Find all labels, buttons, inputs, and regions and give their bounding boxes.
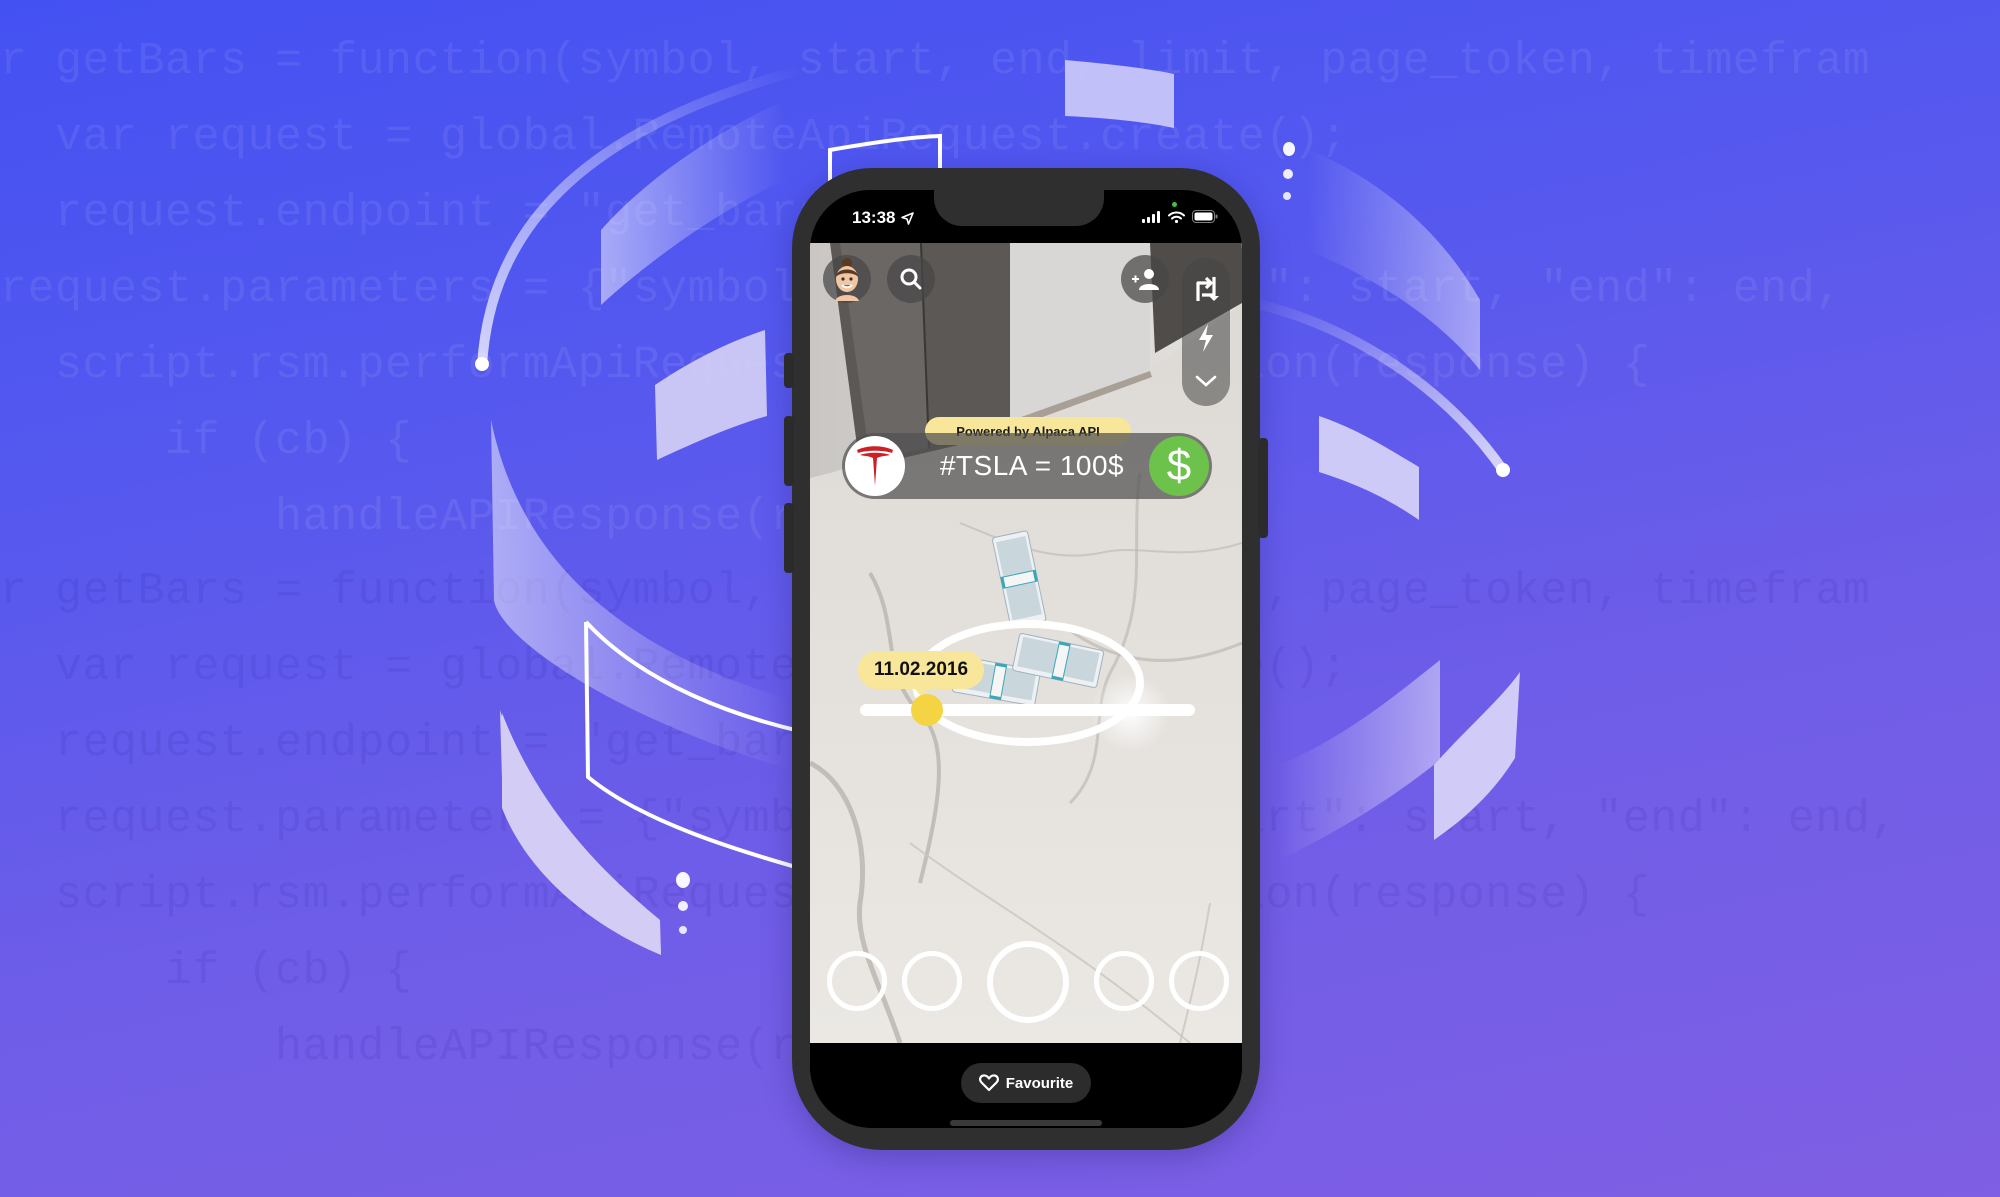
- panel: [1319, 416, 1419, 520]
- date-slider-thumb[interactable]: [911, 694, 943, 726]
- notch: [934, 190, 1104, 226]
- orbit-dot: [1496, 463, 1510, 477]
- orbit-arc-left: [477, 65, 805, 371]
- add-friend-button[interactable]: [1121, 255, 1169, 303]
- lens-option[interactable]: [1169, 951, 1229, 1011]
- cellular-signal-icon: [1142, 210, 1160, 223]
- wifi-icon: [1168, 211, 1185, 223]
- phone-mockup: 13:38 Powered by Alpaca API #TSLA = 100$…: [784, 168, 1268, 1150]
- camera-indicator-dot: [1172, 202, 1177, 207]
- panel: [500, 710, 661, 955]
- dot: [1283, 169, 1293, 179]
- dot: [1283, 142, 1295, 156]
- capture-button[interactable]: [987, 941, 1069, 1023]
- code-line: if (cb) {: [0, 946, 413, 997]
- panel: [1434, 672, 1520, 840]
- battery-icon: [1192, 210, 1218, 223]
- ar-camera-view[interactable]: Powered by Alpaca API #TSLA = 100$ $ 11.…: [810, 243, 1242, 1043]
- orbit-arc-right: [1235, 295, 1508, 475]
- heart-icon: [978, 1074, 999, 1092]
- dot: [678, 901, 688, 911]
- home-indicator[interactable]: [950, 1120, 1102, 1126]
- date-tooltip: 11.02.2016: [858, 651, 984, 696]
- code-line: if (cb) {: [0, 416, 413, 467]
- panel: [1278, 660, 1440, 860]
- panel: [655, 330, 767, 460]
- code-line: request.endpoint = "get_bars";: [0, 188, 881, 239]
- panel: [601, 100, 785, 305]
- dot: [679, 926, 687, 934]
- lens-option[interactable]: [902, 951, 962, 1011]
- lens-option[interactable]: [827, 951, 887, 1011]
- code-line: var request = global.RemoteApiRequest.cr…: [0, 112, 1348, 163]
- search-icon: [900, 268, 922, 290]
- orbit-dot: [475, 357, 489, 371]
- stock-ticker-bar[interactable]: #TSLA = 100$ $: [842, 433, 1212, 499]
- favourite-label: Favourite: [1005, 1074, 1074, 1092]
- lens-option[interactable]: [1094, 951, 1154, 1011]
- chevron-down-icon[interactable]: [1194, 373, 1218, 389]
- dot: [1283, 192, 1291, 200]
- phone-power-button: [1258, 438, 1268, 538]
- add-friend-icon: [1132, 269, 1159, 290]
- light-glare: [1090, 673, 1170, 753]
- status-icons: [1142, 210, 1218, 223]
- phone-screen: 13:38 Powered by Alpaca API #TSLA = 100$…: [810, 190, 1242, 1128]
- panel: [1307, 150, 1480, 370]
- panel: [491, 420, 792, 770]
- panel: [502, 713, 661, 955]
- phone-side-button: [784, 503, 794, 573]
- status-time: 13:38: [852, 208, 915, 228]
- bottom-bar: Favourite: [810, 1043, 1242, 1128]
- dollar-icon[interactable]: $: [1149, 436, 1209, 496]
- bitmoji-avatar: [835, 258, 859, 301]
- phone-side-button: [784, 416, 794, 486]
- code-line: request.endpoint = "get_bars";: [0, 718, 881, 769]
- panel: [502, 715, 662, 955]
- location-arrow-icon: [901, 211, 915, 225]
- flash-icon[interactable]: [1196, 323, 1216, 352]
- search-button[interactable]: [887, 255, 935, 303]
- favourite-button[interactable]: Favourite: [961, 1063, 1091, 1103]
- camera-toolbar: [1182, 258, 1230, 406]
- phone-side-button: [784, 353, 794, 388]
- avatar-button[interactable]: [823, 255, 871, 303]
- dot: [676, 872, 690, 888]
- flip-camera-icon[interactable]: [1193, 275, 1219, 303]
- code-line: r getBars = function(symbol, start, end,…: [0, 36, 1871, 87]
- panel: [1065, 60, 1174, 128]
